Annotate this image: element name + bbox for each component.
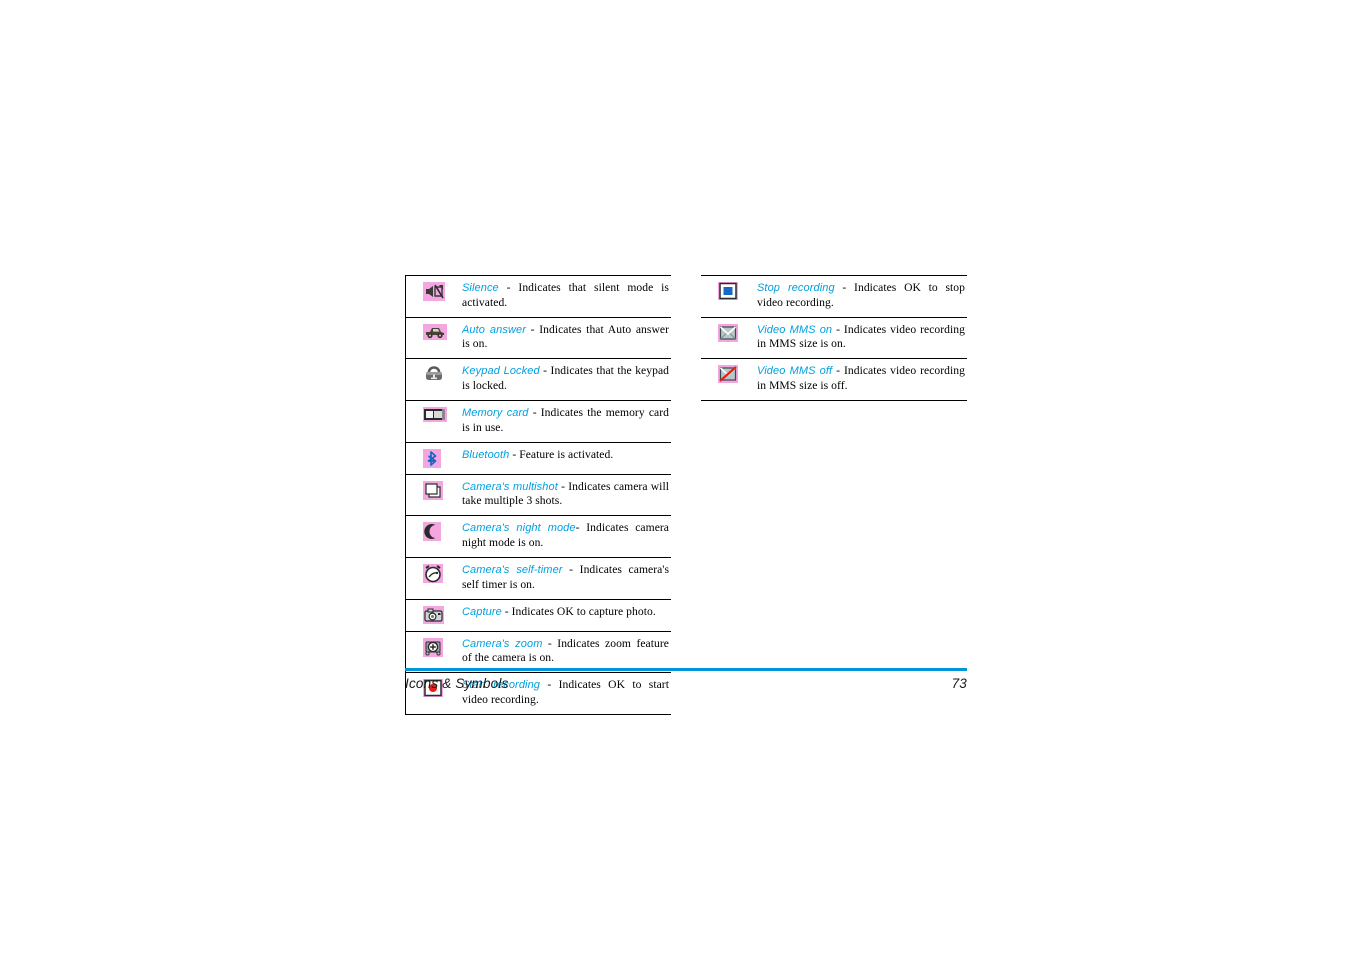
description-cell: Auto answer - Indicates that Auto answer… [462, 317, 671, 359]
icons-symbols-content: Silence - Indicates that silent mode is … [405, 275, 967, 715]
silence-icon [423, 282, 445, 301]
table-row: Camera's night mode- Indicates camera ni… [405, 515, 671, 558]
description-cell: Silence - Indicates that silent mode is … [462, 276, 671, 318]
memory-card-icon [423, 406, 447, 426]
term-label: Video MMS on [757, 323, 833, 336]
icon-legend-table-right: Stop recording - Indicates OK to stop vi… [701, 275, 967, 401]
table-row: Keypad Locked - Indicates that the keypa… [405, 358, 671, 401]
icon-cell [405, 317, 462, 359]
term-label: Stop recording [757, 282, 835, 294]
description-text: - Feature is activated. [509, 447, 614, 461]
stop-recording-icon [718, 282, 740, 301]
document-page: Silence - Indicates that silent mode is … [0, 0, 1351, 954]
table-row: Memory card - Indicates the memory card … [405, 400, 671, 443]
term-label: Silence [462, 282, 499, 294]
table-row: Video MMS on - Indicates video recording… [701, 317, 967, 359]
term-label: Camera's zoom [462, 637, 543, 650]
description-cell: Capture - Indicates OK to capture photo. [462, 599, 671, 631]
icon-cell [405, 442, 462, 475]
term-label: Camera's night mode [462, 522, 576, 535]
page-number: 73 [951, 676, 967, 691]
icon-cell [405, 400, 462, 443]
bluetooth-icon [423, 448, 445, 468]
camera-zoom-icon [423, 637, 445, 657]
term-label: Keypad Locked [462, 365, 540, 378]
video-mms-on-envelope-icon [718, 323, 740, 343]
table-row: Auto answer - Indicates that Auto answer… [405, 317, 671, 359]
table-row: Video MMS off - Indicates video recordin… [701, 358, 967, 401]
term-label: Camera's self-timer [462, 563, 563, 576]
camera-multishot-icon [423, 480, 445, 500]
footer-divider [405, 668, 967, 671]
icon-cell [405, 557, 462, 600]
description-cell: Memory card - Indicates the memory card … [462, 400, 671, 442]
icon-cell [405, 275, 462, 318]
description-cell: Camera's zoom - Indicates zoom feature o… [462, 631, 671, 673]
icon-cell [405, 515, 462, 558]
page-footer: Icons & Symbols 73 [405, 668, 967, 691]
description-cell: Video MMS on - Indicates video recording… [757, 317, 967, 359]
two-column-layout: Silence - Indicates that silent mode is … [405, 275, 967, 715]
table-row: Capture - Indicates OK to capture photo. [405, 599, 671, 632]
table-row: Camera's self-timer - Indicates camera's… [405, 557, 671, 600]
icon-legend-table-left: Silence - Indicates that silent mode is … [405, 275, 671, 715]
term-label: Capture [462, 605, 502, 618]
left-column: Silence - Indicates that silent mode is … [405, 275, 671, 715]
icon-cell [701, 276, 757, 318]
description-cell: Camera's night mode- Indicates camera ni… [462, 516, 671, 558]
description-cell: Video MMS off - Indicates video recordin… [757, 359, 967, 401]
term-label: Auto answer [462, 323, 526, 336]
footer-row: Icons & Symbols 73 [405, 676, 967, 691]
description-cell: Camera's self-timer - Indicates camera's… [462, 557, 671, 599]
description-cell: Stop recording - Indicates OK to stop vi… [757, 276, 967, 318]
video-mms-off-envelope-icon [718, 365, 740, 384]
description-cell: Keypad Locked - Indicates that the keypa… [462, 359, 671, 401]
description-cell: Camera's multishot - Indicates camera wi… [462, 474, 671, 516]
icon-cell [405, 599, 462, 632]
keypad-locked-padlock-icon [423, 365, 445, 384]
footer-section-label: Icons & Symbols [405, 676, 509, 691]
table-row: Bluetooth - Feature is activated. [405, 442, 671, 475]
term-label: Memory card [462, 406, 529, 419]
table-row: Camera's zoom - Indicates zoom feature o… [405, 631, 671, 673]
icon-cell [405, 474, 462, 516]
term-label: Camera's multishot [462, 480, 558, 493]
icon-cell [701, 359, 757, 401]
description-text: - Indicates OK to capture photo. [501, 604, 656, 618]
term-label: Video MMS off [757, 365, 833, 378]
camera-night-mode-moon-icon [423, 522, 445, 542]
right-column: Stop recording - Indicates OK to stop vi… [701, 275, 967, 401]
icon-cell [701, 317, 757, 359]
table-row: Stop recording - Indicates OK to stop vi… [701, 275, 967, 318]
table-row: Silence - Indicates that silent mode is … [405, 275, 671, 318]
description-cell: Bluetooth - Feature is activated. [462, 442, 671, 474]
icon-cell [405, 631, 462, 673]
camera-self-timer-clock-icon [423, 563, 445, 583]
capture-camera-icon [423, 605, 445, 625]
icon-cell [405, 358, 462, 401]
auto-answer-car-icon [423, 323, 447, 343]
table-row: Camera's multishot - Indicates camera wi… [405, 474, 671, 516]
term-label: Bluetooth [462, 448, 510, 461]
